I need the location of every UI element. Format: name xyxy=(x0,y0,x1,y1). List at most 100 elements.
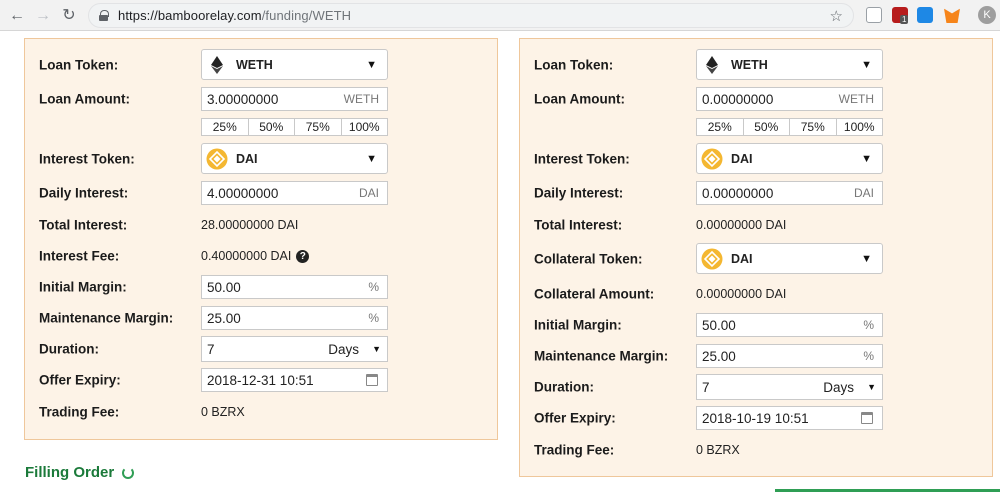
eth-icon xyxy=(701,54,723,76)
duration-label: Duration: xyxy=(39,341,99,357)
duration-select[interactable]: 7 Days ▼ xyxy=(696,374,883,400)
duration-value: 7 xyxy=(702,379,710,395)
caret-down-icon: ▼ xyxy=(372,344,381,354)
collateral-amount-value: 0.00000000 DAI xyxy=(696,287,787,301)
daily-interest-label: Daily Interest: xyxy=(534,185,624,201)
initial-margin-label: Initial Margin: xyxy=(534,317,622,333)
maintenance-margin-label: Maintenance Margin: xyxy=(39,310,174,326)
caret-down-icon: ▼ xyxy=(861,152,872,165)
interest-token-value: DAI xyxy=(236,151,258,166)
daily-interest-value: 4.00000000 xyxy=(207,185,279,201)
duration-unit: Days xyxy=(823,379,854,395)
maintenance-margin-value: 25.00 xyxy=(702,348,736,364)
percent-50-button[interactable]: 50% xyxy=(249,119,295,135)
interest-token-select[interactable]: DAI ▼ xyxy=(201,143,388,174)
offer-expiry-input[interactable]: 2018-12-31 10:51 xyxy=(201,368,388,392)
loan-amount-unit: WETH xyxy=(343,92,379,106)
profile-avatar[interactable]: K xyxy=(978,6,996,24)
duration-value: 7 xyxy=(207,341,215,357)
loan-offer-panel-left: Loan Token: WETH ▼ Loan Amount: 3.000000… xyxy=(24,38,498,440)
loan-amount-unit: WETH xyxy=(838,92,874,106)
dai-icon xyxy=(206,148,228,170)
interest-fee-label: Interest Fee: xyxy=(39,248,120,264)
reload-icon[interactable]: ↻ xyxy=(58,5,80,27)
collateral-token-select[interactable]: DAI ▼ xyxy=(696,243,883,274)
loan-amount-input[interactable]: 3.00000000 WETH xyxy=(201,87,388,111)
loan-amount-value: 3.00000000 xyxy=(207,91,279,107)
percent-75-button[interactable]: 75% xyxy=(295,119,342,135)
offer-expiry-input[interactable]: 2018-10-19 10:51 xyxy=(696,406,883,430)
calendar-icon[interactable] xyxy=(366,374,378,386)
initial-margin-input[interactable]: 50.00 % xyxy=(696,313,883,337)
metamask-fox-icon[interactable] xyxy=(944,8,960,23)
extension-window-icon[interactable] xyxy=(917,7,933,23)
initial-margin-unit: % xyxy=(368,280,379,294)
help-icon[interactable]: ? xyxy=(296,249,310,263)
back-arrow-icon[interactable]: ← xyxy=(6,5,28,27)
initial-margin-input[interactable]: 50.00 % xyxy=(201,275,388,299)
interest-fee-value: 0.40000000 DAI xyxy=(201,249,292,263)
total-interest-label: Total Interest: xyxy=(534,217,623,233)
daily-interest-input[interactable]: 4.00000000 DAI xyxy=(201,181,388,205)
extension-ublock-icon[interactable]: 1 xyxy=(892,7,909,24)
duration-select[interactable]: 7 Days ▼ xyxy=(201,336,388,362)
filling-order-status: Filling Order xyxy=(25,464,135,481)
offer-expiry-label: Offer Expiry: xyxy=(39,372,121,388)
loan-token-select[interactable]: WETH ▼ xyxy=(201,49,388,80)
trading-fee-value: 0 BZRX xyxy=(201,405,245,419)
offer-expiry-value: 2018-12-31 10:51 xyxy=(207,372,314,388)
loan-amount-percent-buttons: 25% 50% 75% 100% xyxy=(201,118,388,136)
browser-toolbar: ← → ↻ https://bamboorelay.com/funding/WE… xyxy=(0,0,1000,31)
dai-icon xyxy=(701,148,723,170)
percent-50-button[interactable]: 50% xyxy=(744,119,790,135)
caret-down-icon: ▼ xyxy=(867,382,876,392)
daily-interest-unit: DAI xyxy=(853,186,874,200)
loan-amount-percent-buttons: 25% 50% 75% 100% xyxy=(696,118,883,136)
total-interest-value: 28.00000000 DAI xyxy=(201,218,299,232)
total-interest-value: 0.00000000 DAI xyxy=(696,218,787,232)
initial-margin-label: Initial Margin: xyxy=(39,279,127,295)
extension-chat-icon[interactable] xyxy=(866,7,882,23)
percent-75-button[interactable]: 75% xyxy=(790,119,837,135)
caret-down-icon: ▼ xyxy=(366,58,377,71)
url-text: https://bamboorelay.com/funding/WETH xyxy=(118,8,352,23)
maintenance-margin-label: Maintenance Margin: xyxy=(534,348,669,364)
duration-unit: Days xyxy=(328,341,359,357)
trading-fee-label: Trading Fee: xyxy=(534,442,615,458)
loan-amount-label: Loan Amount: xyxy=(534,91,625,107)
initial-margin-value: 50.00 xyxy=(207,279,241,295)
offer-expiry-label: Offer Expiry: xyxy=(534,410,616,426)
percent-25-button[interactable]: 25% xyxy=(202,119,249,135)
collateral-token-label: Collateral Token: xyxy=(534,251,643,267)
percent-25-button[interactable]: 25% xyxy=(697,119,744,135)
maintenance-margin-value: 25.00 xyxy=(207,310,241,326)
loan-token-value: WETH xyxy=(731,57,768,72)
loan-token-select[interactable]: WETH ▼ xyxy=(696,49,883,80)
interest-token-label: Interest Token: xyxy=(39,151,135,167)
percent-100-button[interactable]: 100% xyxy=(837,119,883,135)
loan-amount-value: 0.00000000 xyxy=(702,91,774,107)
address-bar[interactable]: https://bamboorelay.com/funding/WETH ☆ xyxy=(88,3,854,28)
interest-token-label: Interest Token: xyxy=(534,151,630,167)
initial-margin-value: 50.00 xyxy=(702,317,736,333)
caret-down-icon: ▼ xyxy=(366,152,377,165)
lock-icon xyxy=(99,10,109,21)
eth-icon xyxy=(206,54,228,76)
trading-fee-value: 0 BZRX xyxy=(696,443,740,457)
bookmark-star-icon[interactable]: ☆ xyxy=(830,7,843,25)
collateral-amount-label: Collateral Amount: xyxy=(534,286,655,302)
calendar-icon[interactable] xyxy=(861,412,873,424)
daily-interest-label: Daily Interest: xyxy=(39,185,129,201)
loan-offer-panel-right: Loan Token: WETH ▼ Loan Amount: 0.000000… xyxy=(519,38,993,477)
caret-down-icon: ▼ xyxy=(861,58,872,71)
interest-token-value: DAI xyxy=(731,151,753,166)
total-interest-label: Total Interest: xyxy=(39,217,128,233)
forward-arrow-icon[interactable]: → xyxy=(32,5,54,27)
percent-100-button[interactable]: 100% xyxy=(342,119,388,135)
interest-token-select[interactable]: DAI ▼ xyxy=(696,143,883,174)
maintenance-margin-input[interactable]: 25.00 % xyxy=(201,306,388,330)
daily-interest-input[interactable]: 0.00000000 DAI xyxy=(696,181,883,205)
caret-down-icon: ▼ xyxy=(861,252,872,265)
loan-amount-input[interactable]: 0.00000000 WETH xyxy=(696,87,883,111)
maintenance-margin-input[interactable]: 25.00 % xyxy=(696,344,883,368)
